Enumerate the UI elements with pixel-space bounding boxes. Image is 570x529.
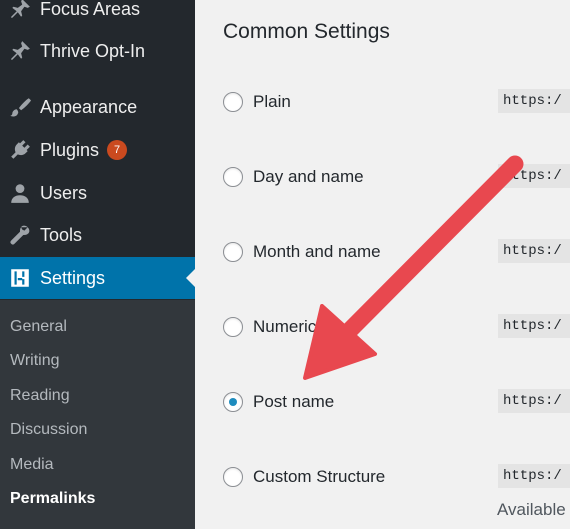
sidebar-item-thrive-opt-in[interactable]: Thrive Opt-In [0, 30, 195, 72]
url-example: https:/ [498, 464, 570, 488]
settings-icon [0, 267, 40, 289]
permalink-option-plain[interactable]: Plain [223, 90, 291, 114]
sidebar-item-users[interactable]: Users [0, 172, 195, 214]
permalink-option-numeric[interactable]: Numeric [223, 315, 316, 339]
submenu-item-general[interactable]: General [10, 318, 67, 336]
pin-icon [0, 40, 40, 62]
url-example: https:/ [498, 314, 570, 338]
sidebar-item-settings[interactable]: Settings [0, 257, 195, 299]
permalink-settings-panel: Common Settings Plain https:/ Day and na… [195, 0, 570, 529]
sidebar-item-label: Appearance [40, 96, 138, 117]
radio-button[interactable] [223, 467, 243, 487]
sidebar-item-plugins[interactable]: Plugins 7 [0, 129, 195, 171]
permalink-option-custom-structure[interactable]: Custom Structure [223, 465, 385, 489]
sidebar-item-label: Settings [40, 267, 106, 288]
sidebar-item-label: Users [40, 182, 88, 203]
sidebar-item-appearance[interactable]: Appearance [0, 86, 195, 128]
user-icon [0, 182, 40, 204]
permalink-option-post-name[interactable]: Post name [223, 390, 334, 414]
option-label: Month and name [253, 242, 381, 261]
available-tags-label: Available [497, 500, 566, 519]
option-label: Custom Structure [253, 467, 386, 486]
url-example: https:/ [498, 89, 570, 113]
settings-submenu: General Writing Reading Discussion Media… [0, 300, 195, 529]
sidebar-item-label: Plugins [40, 139, 100, 160]
permalink-option-month-and-name[interactable]: Month and name [223, 240, 381, 264]
wrench-icon [0, 224, 40, 246]
url-example: https:/ [498, 164, 570, 188]
radio-button[interactable] [223, 92, 243, 112]
sidebar-item-tools[interactable]: Tools [0, 214, 195, 256]
submenu-item-permalinks[interactable]: Permalinks [10, 490, 95, 508]
option-label: Day and name [253, 167, 364, 186]
sidebar-item-focus-areas[interactable]: Focus Areas [0, 0, 195, 30]
submenu-item-reading[interactable]: Reading [10, 387, 70, 405]
submenu-item-writing[interactable]: Writing [10, 352, 60, 370]
radio-button-selected[interactable] [223, 392, 243, 412]
option-label: Post name [253, 392, 335, 411]
pin-icon [0, 0, 40, 20]
radio-button[interactable] [223, 317, 243, 337]
radio-button[interactable] [223, 167, 243, 187]
sidebar-item-label: Tools [40, 224, 83, 245]
option-label: Plain [253, 92, 291, 111]
submenu-item-media[interactable]: Media [10, 456, 54, 474]
option-label: Numeric [253, 317, 317, 336]
radio-button[interactable] [223, 242, 243, 262]
permalink-option-day-and-name[interactable]: Day and name [223, 165, 364, 189]
update-count-badge: 7 [107, 140, 128, 160]
sidebar-item-label: Thrive Opt-In [40, 40, 146, 61]
submenu-item-discussion[interactable]: Discussion [10, 421, 87, 439]
url-example: https:/ [498, 389, 570, 413]
paintbrush-icon [0, 96, 40, 118]
sidebar-item-label: Focus Areas [40, 0, 141, 19]
admin-sidebar: Focus Areas Thrive Opt-In Appearance Plu… [0, 0, 195, 529]
url-example: https:/ [498, 239, 570, 263]
plugin-icon [0, 139, 40, 161]
section-heading: Common Settings [223, 20, 390, 43]
